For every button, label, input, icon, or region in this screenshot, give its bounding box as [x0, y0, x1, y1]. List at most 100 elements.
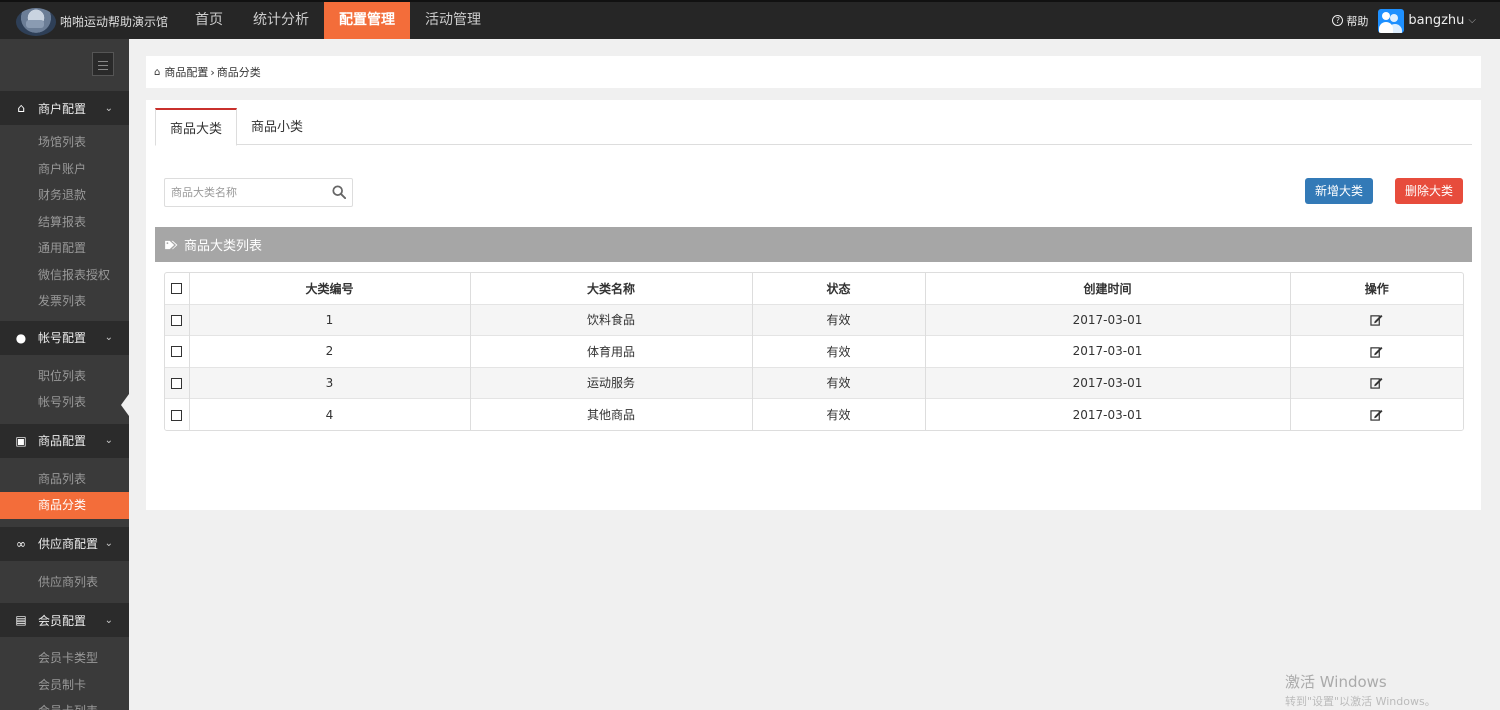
sidebar: ⌂ 商户配置 ⌄ 场馆列表 商户账户 财务退款 结算报表 通用配置 微信报表授权…: [0, 39, 129, 710]
menu-toggle-icon[interactable]: [92, 52, 114, 76]
search-icon[interactable]: [332, 185, 346, 199]
cell-created: 2017-03-01: [924, 335, 1290, 367]
cell-name: 其他商品: [469, 398, 752, 430]
tags-icon: [165, 240, 178, 249]
sidebar-item-position-list[interactable]: 职位列表: [0, 363, 129, 390]
tab-main-category[interactable]: 商品大类: [155, 108, 238, 146]
cell-status: 有效: [751, 303, 925, 336]
cell-name: 体育用品: [469, 335, 752, 367]
edit-icon[interactable]: [1370, 377, 1383, 389]
sidebar-item-card-make[interactable]: 会员制卡: [0, 672, 129, 699]
sidebar-item-general-config[interactable]: 通用配置: [0, 235, 129, 262]
gift-icon: ▣: [15, 433, 27, 448]
search-box: [164, 178, 353, 207]
sidebar-group-label: 商品配置: [38, 434, 87, 448]
search-input[interactable]: [165, 179, 315, 206]
add-category-button[interactable]: 新增大类: [1305, 178, 1374, 204]
cell-id: 3: [188, 366, 470, 399]
row-select-cell: [165, 303, 189, 336]
sidebar-item-product-category[interactable]: 商品分类: [0, 492, 129, 519]
table-row: 4 其他商品 有效 2017-03-01: [165, 398, 1463, 430]
table-row: 2 体育用品 有效 2017-03-01: [165, 335, 1463, 367]
active-group-pointer: [121, 394, 129, 416]
column-header-created[interactable]: 创建时间: [924, 273, 1290, 304]
username[interactable]: bangzhu: [1408, 13, 1464, 28]
sidebar-toggle-area: [0, 39, 129, 91]
row-checkbox[interactable]: [171, 314, 183, 326]
nav-statistics[interactable]: 统计分析: [238, 2, 324, 39]
cell-actions: [1289, 303, 1463, 336]
select-all-cell: [165, 273, 189, 304]
help-link[interactable]: ? 帮助: [1332, 13, 1368, 29]
category-tabs: 商品大类 商品小类: [155, 108, 1472, 146]
edit-icon[interactable]: [1370, 409, 1383, 421]
breadcrumb-separator: ›: [210, 65, 215, 79]
sidebar-group-product[interactable]: ▣ 商品配置 ⌄: [0, 423, 129, 458]
breadcrumb-current: 商品分类: [216, 66, 261, 79]
column-header-id[interactable]: 大类编号: [188, 273, 470, 304]
edit-icon[interactable]: [1370, 314, 1383, 326]
cell-created: 2017-03-01: [924, 366, 1290, 399]
delete-category-button[interactable]: 删除大类: [1395, 178, 1464, 204]
sidebar-item-card-type[interactable]: 会员卡类型: [0, 645, 129, 672]
sidebar-group-supplier[interactable]: ∞ 供应商配置 ⌄: [0, 526, 129, 561]
link-icon: ∞: [16, 536, 26, 551]
column-header-status[interactable]: 状态: [751, 273, 925, 304]
row-select-cell: [165, 398, 189, 430]
sidebar-group-label: 会员配置: [38, 613, 87, 628]
select-all-checkbox[interactable]: [171, 283, 183, 295]
table-row: 3 运动服务 有效 2017-03-01: [165, 366, 1463, 399]
sidebar-item-merchant-account[interactable]: 商户账户: [0, 156, 129, 183]
row-checkbox[interactable]: [171, 346, 183, 358]
brand[interactable]: 啪啪运动帮助演示馆: [16, 2, 168, 41]
cell-created: 2017-03-01: [924, 398, 1290, 430]
brand-logo: [16, 7, 56, 36]
sidebar-item-product-list[interactable]: 商品列表: [0, 466, 129, 493]
sidebar-item-supplier-list[interactable]: 供应商列表: [0, 569, 129, 596]
cell-actions: [1289, 398, 1463, 430]
watermark-title: 激活 Windows: [1285, 673, 1387, 691]
question-circle-icon: ?: [1332, 15, 1344, 26]
windows-activation-watermark: 激活 Windows 转到"设置"以激活 Windows。: [1285, 671, 1436, 709]
column-header-name[interactable]: 大类名称: [469, 273, 752, 304]
sidebar-item-card-list[interactable]: 会员卡列表: [0, 698, 129, 710]
chevron-down-icon: ⌄: [104, 435, 113, 446]
chevron-down-icon[interactable]: ⌵: [1468, 15, 1476, 26]
user-area: ? 帮助 bangzhu ⌵: [1332, 2, 1476, 39]
cell-id: 4: [188, 398, 470, 430]
brand-name: 啪啪运动帮助演示馆: [60, 15, 169, 29]
help-label: 帮助: [1346, 14, 1369, 28]
sidebar-group-account[interactable]: ● 帐号配置 ⌄: [0, 320, 129, 355]
row-select-cell: [165, 366, 189, 399]
sidebar-item-refund[interactable]: 财务退款: [0, 182, 129, 209]
category-table: 大类编号 大类名称 状态 创建时间 操作 1 饮料食品 有效 2017-03-0…: [164, 272, 1464, 431]
cell-status: 有效: [751, 335, 925, 367]
sidebar-item-settlement[interactable]: 结算报表: [0, 209, 129, 236]
tab-sub-category[interactable]: 商品小类: [237, 108, 317, 145]
chevron-down-icon: ⌄: [104, 332, 113, 343]
breadcrumb: ⌂ 商品配置 › 商品分类: [146, 56, 1481, 88]
sidebar-item-wechat-auth[interactable]: 微信报表授权: [0, 262, 129, 289]
chevron-down-icon: ⌄: [104, 538, 113, 549]
cell-name: 运动服务: [469, 366, 752, 399]
table-header-row: 大类编号 大类名称 状态 创建时间 操作: [165, 273, 1463, 304]
nav-home[interactable]: 首页: [180, 2, 238, 39]
avatar[interactable]: [1378, 8, 1405, 33]
watermark-subtitle: 转到"设置"以激活 Windows。: [1285, 695, 1436, 708]
edit-icon[interactable]: [1370, 346, 1383, 358]
sidebar-item-venue-list[interactable]: 场馆列表: [0, 129, 129, 156]
sidebar-item-invoice-list[interactable]: 发票列表: [0, 288, 129, 315]
id-card-icon: ▤: [15, 613, 27, 627]
nav-activity[interactable]: 活动管理: [410, 2, 496, 39]
content-panel: 商品大类 商品小类 新增大类 删除大类 商品大类列表 大类编号 大类名称 状态: [146, 100, 1481, 510]
sidebar-group-member[interactable]: ▤ 会员配置 ⌄: [0, 603, 129, 637]
chevron-down-icon: ⌄: [104, 102, 113, 114]
row-checkbox[interactable]: [171, 377, 183, 389]
sidebar-group-merchant[interactable]: ⌂ 商户配置 ⌄: [0, 91, 129, 125]
row-checkbox[interactable]: [171, 409, 183, 421]
breadcrumb-parent[interactable]: 商品配置: [164, 64, 208, 80]
home-icon[interactable]: ⌂: [154, 67, 160, 78]
nav-config[interactable]: 配置管理: [324, 2, 410, 39]
list-header-bar: 商品大类列表: [155, 227, 1472, 262]
sidebar-item-account-list[interactable]: 帐号列表: [0, 389, 129, 416]
